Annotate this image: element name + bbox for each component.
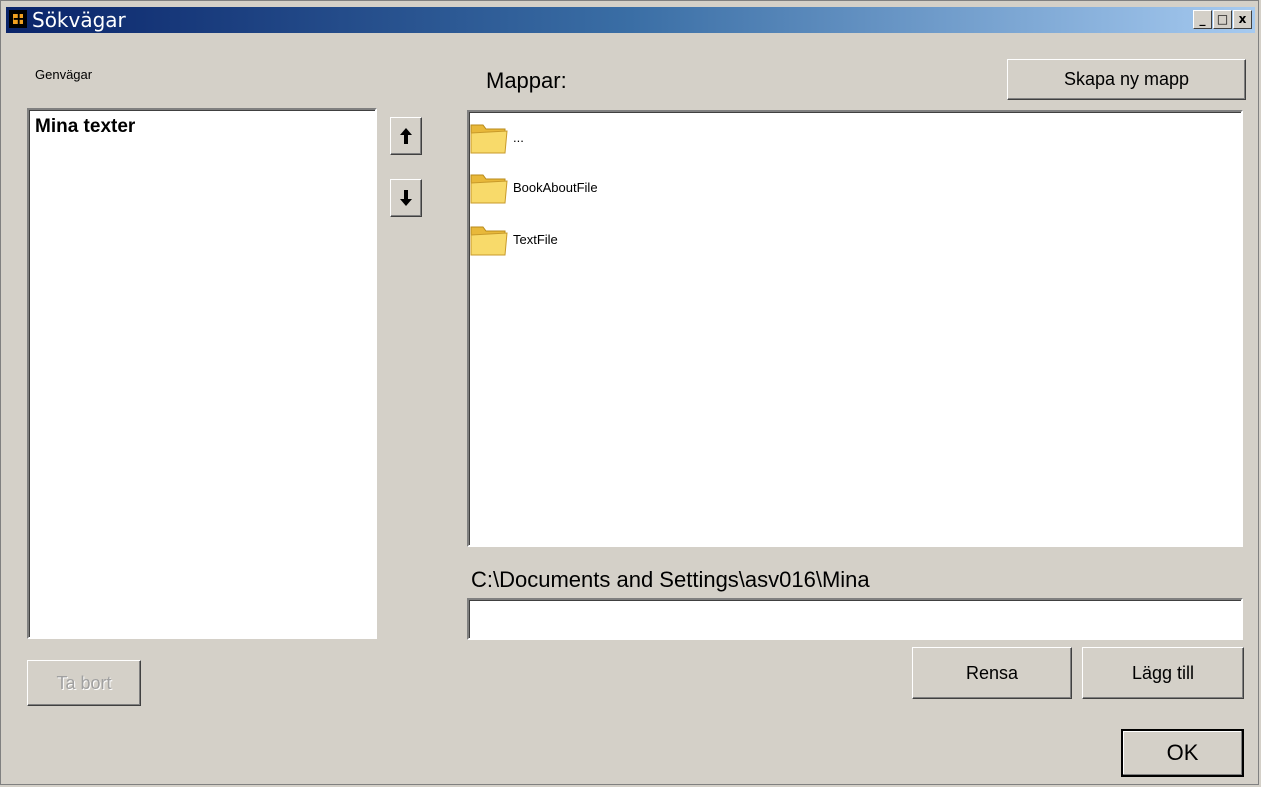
folder-item[interactable]: TextFile (469, 217, 558, 261)
arrow-up-icon (400, 128, 412, 144)
window-title: Sökvägar (32, 8, 126, 32)
folder-name: TextFile (513, 231, 558, 247)
folder-name: BookAboutFile (513, 179, 598, 195)
shortcuts-list[interactable]: Mina texter (27, 108, 377, 639)
minimize-button[interactable]: _ (1193, 10, 1212, 29)
close-button[interactable]: x (1233, 10, 1252, 29)
folder-icon (470, 226, 508, 256)
move-down-button[interactable] (390, 179, 422, 217)
path-input[interactable] (467, 598, 1243, 640)
folder-icon (470, 174, 508, 204)
window-controls: _ □ x (1192, 10, 1252, 29)
add-button[interactable]: Lägg till (1082, 647, 1244, 699)
remove-button[interactable]: Ta bort (27, 660, 141, 706)
clear-button[interactable]: Rensa (912, 647, 1072, 699)
shortcuts-label: Genvägar (35, 67, 93, 82)
title-bar[interactable]: + Sökvägar _ □ x (6, 7, 1255, 33)
folder-icon (470, 124, 508, 154)
arrow-down-icon (400, 190, 412, 206)
folder-name: ... (513, 129, 524, 145)
move-up-button[interactable] (390, 117, 422, 155)
folder-item[interactable]: BookAboutFile (469, 165, 598, 209)
folders-label: Mappar: (486, 68, 567, 93)
maximize-button[interactable]: □ (1213, 10, 1232, 29)
shortcut-item[interactable]: Mina texter (35, 116, 135, 138)
new-folder-button[interactable]: Skapa ny mapp (1007, 59, 1246, 100)
window: + Sökvägar _ □ x Genvägar Mina texter Ta… (0, 0, 1259, 785)
folder-item[interactable]: ... (469, 115, 524, 159)
current-path: C:\Documents and Settings\asv016\Mina (471, 567, 870, 592)
ok-button[interactable]: OK (1121, 729, 1244, 777)
app-icon: + (9, 9, 27, 28)
folder-list[interactable]: ... BookAboutFile TextFile (467, 110, 1243, 547)
